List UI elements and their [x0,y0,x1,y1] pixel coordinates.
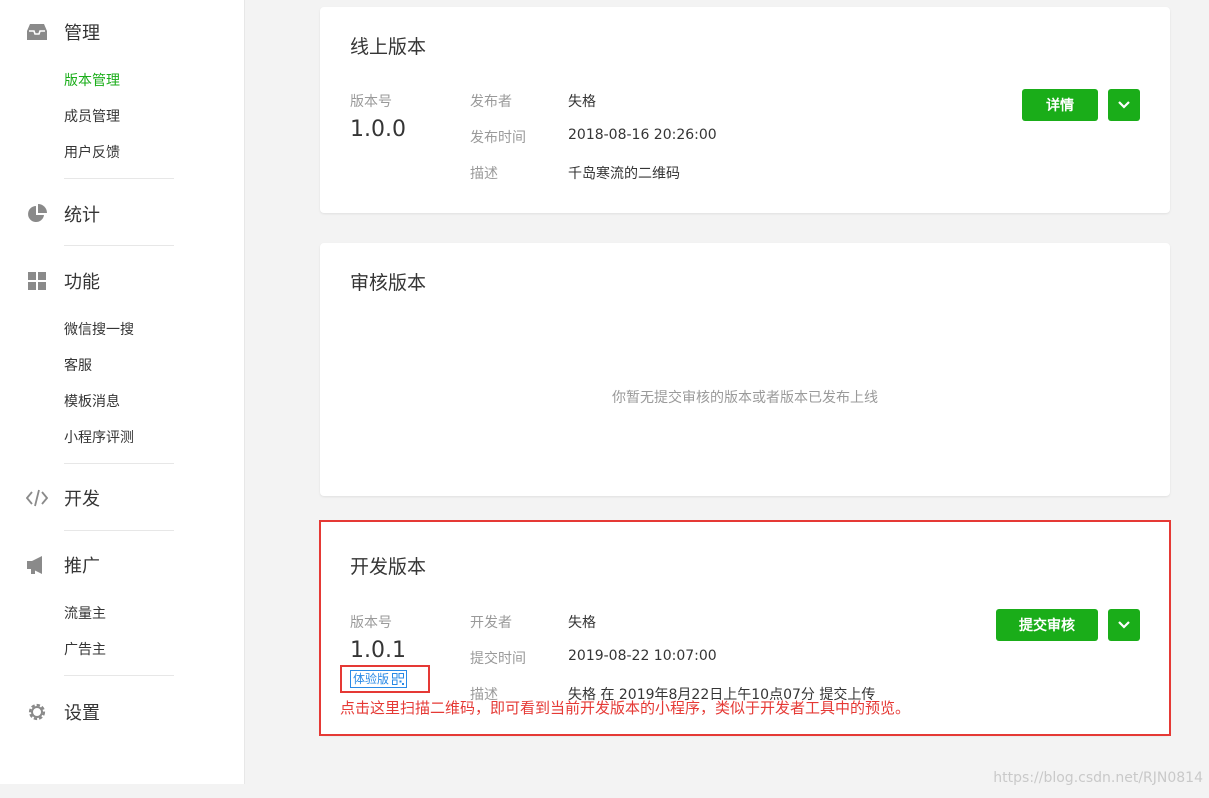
sidebar: 管理 版本管理 成员管理 用户反馈 统计 功能 微信搜一搜 客服 模板消息 小程… [0,0,245,784]
sidebar-divider [64,463,174,464]
megaphone-icon [26,554,48,576]
sidebar-item-advertiser[interactable]: 广告主 [64,640,106,660]
publish-time-label: 发布时间 [470,130,526,146]
sidebar-section-dev: 开发 [0,483,245,513]
gear-icon [26,701,48,723]
sidebar-item-user-feedback[interactable]: 用户反馈 [64,143,120,163]
sidebar-section-title: 开发 [64,489,100,510]
sidebar-divider [64,178,174,179]
sidebar-section-manage: 管理 [0,17,245,47]
sidebar-section-settings-header[interactable]: 设置 [0,697,245,727]
online-version-title: 线上版本 [350,36,427,58]
sidebar-section-title: 功能 [64,272,100,293]
code-icon [26,487,48,509]
sidebar-item-version-manage[interactable]: 版本管理 [64,71,120,91]
description-value: 千岛寒流的二维码 [568,166,680,182]
sidebar-section-dev-header[interactable]: 开发 [0,483,245,513]
review-empty-text: 你暂无提交审核的版本或者版本已发布上线 [612,390,878,406]
sidebar-item-miniprogram-review[interactable]: 小程序评测 [64,428,134,448]
review-version-card: 审核版本 你暂无提交审核的版本或者版本已发布上线 [320,243,1170,496]
trial-version-label: 体验版 [353,672,390,686]
online-version-card: 线上版本 版本号 1.0.0 发布者 失格 发布时间 2018-08-16 20… [320,7,1170,213]
review-version-title: 审核版本 [350,272,427,294]
sidebar-section-features: 功能 [0,266,245,296]
trial-version-tag[interactable]: 体验版 [350,670,408,688]
sidebar-section-stats: 统计 [0,199,245,229]
sidebar-section-title: 统计 [64,205,100,226]
sidebar-section-promote-header[interactable]: 推广 [0,550,245,580]
sidebar-item-customer-service[interactable]: 客服 [64,356,92,376]
sidebar-item-wechat-search[interactable]: 微信搜一搜 [64,320,134,340]
sidebar-item-template-message[interactable]: 模板消息 [64,392,120,412]
publisher-label: 发布者 [470,94,512,110]
publish-time-value: 2018-08-16 20:26:00 [568,127,717,143]
sidebar-section-features-header[interactable]: 功能 [0,266,245,296]
sidebar-section-manage-header[interactable]: 管理 [0,17,245,47]
chevron-down-icon [1118,101,1130,109]
sidebar-divider [64,675,174,676]
online-more-dropdown[interactable] [1108,89,1140,121]
version-number: 1.0.0 [350,117,406,142]
inbox-icon [26,21,48,43]
sidebar-section-title: 推广 [64,556,100,577]
pie-chart-icon [26,203,48,225]
sidebar-item-member-manage[interactable]: 成员管理 [64,107,120,127]
sidebar-divider [64,245,174,246]
sidebar-section-stats-header[interactable]: 统计 [0,199,245,229]
qrcode-icon [392,673,405,685]
sidebar-section-title: 设置 [64,703,100,724]
annotation-text: 点击这里扫描二维码，即可看到当前开发版本的小程序，类似于开发者工具中的预览。 [340,699,911,717]
sidebar-section-title: 管理 [64,23,100,44]
grid-icon [26,270,48,292]
publisher-value: 失格 [568,94,596,110]
watermark: https://blog.csdn.net/RJN0814 [993,770,1203,786]
sidebar-section-settings: 设置 [0,697,245,727]
sidebar-divider [64,530,174,531]
sidebar-section-promote: 推广 [0,550,245,580]
description-label: 描述 [470,166,498,182]
version-number-label: 版本号 [350,94,392,110]
details-button[interactable]: 详情 [1022,89,1098,121]
sidebar-item-traffic-owner[interactable]: 流量主 [64,604,106,624]
